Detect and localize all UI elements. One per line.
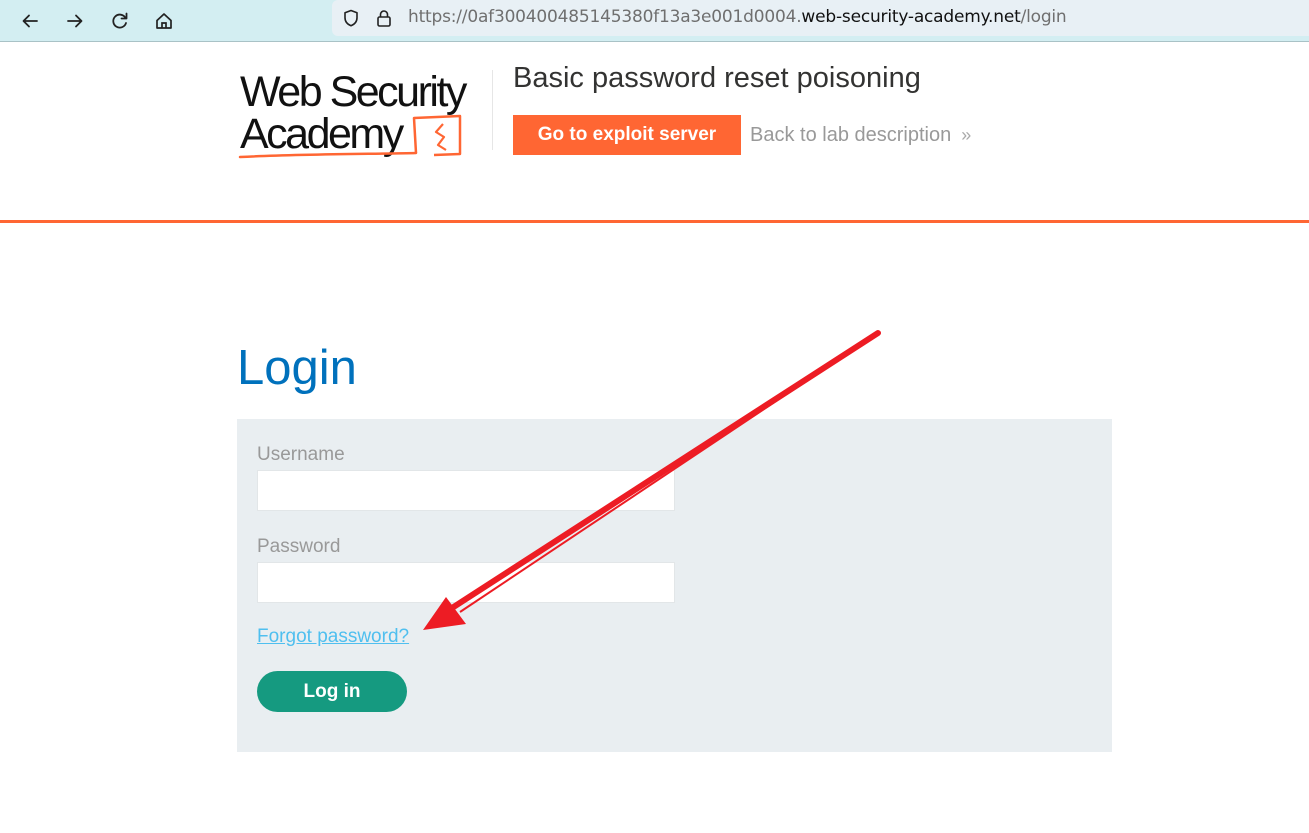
login-form: Username Password Forgot password? Log i… (237, 419, 1112, 752)
forgot-password-link[interactable]: Forgot password? (257, 626, 409, 648)
back-to-lab-link[interactable]: Back to lab description » (750, 124, 971, 147)
logo-line2: Academy (240, 110, 405, 158)
logo-divider (492, 70, 493, 150)
logo-line1: Web Security (240, 68, 468, 116)
lab-title: Basic password reset poisoning (513, 62, 921, 94)
password-input[interactable] (257, 562, 675, 603)
browser-toolbar: https://0af300400485145380f13a3e001d0004… (0, 0, 1309, 42)
back-button[interactable] (15, 6, 45, 36)
exploit-server-button[interactable]: Go to exploit server (513, 115, 741, 155)
login-button[interactable]: Log in (257, 671, 407, 712)
url-host: web-security-academy.net (801, 7, 1021, 27)
web-security-academy-logo[interactable]: Web Security Academy (238, 66, 490, 162)
password-label: Password (257, 536, 341, 557)
logo-face-icon (434, 123, 447, 151)
reload-button[interactable] (105, 6, 135, 36)
reload-icon (112, 12, 128, 29)
back-to-lab-label: Back to lab description (750, 124, 952, 146)
header-divider (0, 220, 1309, 223)
url-text[interactable]: https://0af300400485145380f13a3e001d0004… (408, 7, 1067, 27)
forward-icon (67, 14, 83, 28)
forward-button[interactable] (60, 6, 90, 36)
url-prefix: https://0af300400485145380f13a3e001d0004… (408, 7, 802, 27)
address-bar[interactable]: https://0af300400485145380f13a3e001d0004… (332, 0, 1309, 36)
url-path: /login (1020, 7, 1067, 27)
page-title: Login (237, 341, 357, 395)
home-button[interactable] (149, 6, 179, 36)
lock-icon[interactable] (374, 8, 394, 28)
shield-icon[interactable] (341, 8, 361, 28)
username-input[interactable] (257, 470, 675, 511)
back-icon (22, 14, 38, 28)
username-label: Username (257, 444, 345, 465)
home-icon (156, 13, 172, 29)
double-chevron-right-icon: » (961, 125, 971, 145)
